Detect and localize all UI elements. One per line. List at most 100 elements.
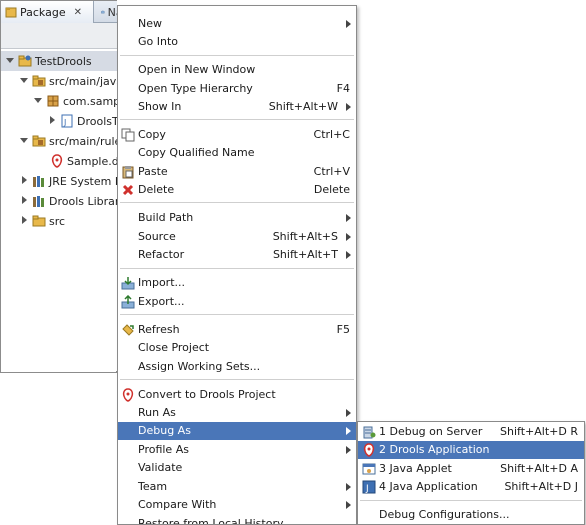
menu-item-profile-as[interactable]: Profile As — [118, 441, 356, 459]
menu-item-open-in-new-window[interactable]: Open in New Window — [118, 61, 356, 79]
menu-label: Import... — [138, 276, 185, 289]
submenu-arrow-icon — [346, 446, 351, 454]
menu-label: Source — [138, 230, 176, 243]
debug-as-submenu: 1 Debug on Server Shift+Alt+D R 2 Drools… — [357, 421, 585, 525]
tree-item-src-main-java[interactable]: src/main/java — [1, 71, 117, 91]
menu-item-build-path[interactable]: Build Path — [118, 209, 356, 227]
menu-item-paste[interactable]: Paste Ctrl+V — [118, 163, 356, 181]
expand-icon[interactable] — [33, 96, 43, 106]
close-icon[interactable]: ✕ — [74, 7, 82, 18]
submenu-arrow-icon — [346, 20, 351, 28]
submenu-label: 4 Java Application — [379, 480, 478, 493]
submenu-arrow-icon — [346, 103, 351, 111]
menu-label: Build Path — [138, 211, 194, 224]
project-icon — [18, 55, 32, 67]
submenu-shortcut: Shift+Alt+D A — [500, 462, 578, 475]
tree-label: com.sample — [63, 94, 117, 108]
tree-label: Sample.drl — [67, 154, 117, 168]
tree-item-src-main-rules[interactable]: src/main/rules — [1, 131, 117, 151]
menu-item-run-as[interactable]: Run As — [118, 404, 356, 422]
menu-separator — [120, 202, 354, 203]
expand-icon[interactable] — [19, 136, 29, 146]
menu-label: Close Project — [138, 341, 210, 354]
menu-item-validate[interactable]: Validate — [118, 459, 356, 477]
expand-icon[interactable] — [19, 216, 29, 226]
tree-item-testdrools[interactable]: TestDrools — [1, 51, 117, 71]
tab-package-label: Package — [20, 5, 66, 19]
tab-package-explorer[interactable]: Package ✕ — [1, 1, 94, 23]
submenu-item-debug-on-server[interactable]: 1 Debug on Server Shift+Alt+D R — [358, 423, 584, 441]
submenu-label: Debug Configurations... — [379, 508, 510, 521]
submenu-label: 2 Drools Application — [379, 443, 490, 456]
context-menu: New Go Into Open in New Window Open Type… — [117, 5, 357, 525]
menu-shortcut: Shift+Alt+S — [272, 230, 338, 243]
submenu-item-java-application[interactable]: J 4 Java Application Shift+Alt+D J — [358, 478, 584, 496]
menu-label: Run As — [138, 406, 176, 419]
menu-item-import[interactable]: Import... — [118, 274, 356, 292]
tree-item-src[interactable]: src — [1, 211, 117, 231]
menu-item-go-into[interactable]: Go Into — [118, 33, 356, 51]
menu-shortcut: F5 — [336, 323, 350, 336]
submenu-item-drools-application[interactable]: 2 Drools Application — [358, 441, 584, 459]
tree-item-drools-library[interactable]: Drools Library — [1, 191, 117, 211]
folder-icon — [32, 215, 46, 227]
expand-icon[interactable] — [5, 56, 15, 66]
submenu-shortcut: Shift+Alt+D J — [504, 480, 578, 493]
menu-item-show-in[interactable]: Show In Shift+Alt+W — [118, 98, 356, 116]
menu-shortcut: Ctrl+C — [313, 128, 350, 141]
menu-label: Team — [138, 480, 168, 493]
drools-file-icon — [51, 154, 63, 168]
menu-item-new[interactable]: New — [118, 15, 356, 33]
menu-item-copy-qualified-name[interactable]: Copy Qualified Name — [118, 144, 356, 162]
submenu-item-java-applet[interactable]: 3 Java Applet Shift+Alt+D A — [358, 460, 584, 478]
tree-label: Drools Library — [49, 194, 117, 208]
menu-item-convert-to-drools[interactable]: Convert to Drools Project — [118, 386, 356, 404]
menu-label: Refresh — [138, 323, 180, 336]
tree-item-jre-system-library[interactable]: JRE System Library — [1, 171, 117, 191]
menu-separator — [120, 268, 354, 269]
menu-shortcut: F4 — [336, 82, 350, 95]
menu-label: Convert to Drools Project — [138, 388, 276, 401]
tree-item-droolstest[interactable]: J DroolsTest — [1, 111, 117, 131]
menu-item-team[interactable]: Team — [118, 478, 356, 496]
menu-separator — [120, 55, 354, 56]
menu-item-assign-working-sets[interactable]: Assign Working Sets... — [118, 358, 356, 376]
tree-item-com-sample[interactable]: com.sample — [1, 91, 117, 111]
menu-label: Debug As — [138, 424, 191, 437]
expand-icon[interactable] — [19, 76, 29, 86]
expand-icon[interactable] — [19, 176, 29, 186]
menu-item-debug-as[interactable]: Debug As — [118, 422, 356, 440]
menu-separator — [120, 314, 354, 315]
menu-label: Copy Qualified Name — [138, 146, 255, 159]
drools-icon — [122, 388, 134, 402]
tree-label: src/main/rules — [49, 134, 117, 148]
menu-label: Open Type Hierarchy — [138, 82, 253, 95]
submenu-item-debug-configurations[interactable]: Debug Configurations... — [358, 506, 584, 524]
submenu-arrow-icon — [346, 251, 351, 259]
menu-shortcut: Shift+Alt+T — [272, 248, 338, 261]
menu-item-open-type-hierarchy[interactable]: Open Type Hierarchy F4 — [118, 80, 356, 98]
menu-label: Validate — [138, 461, 183, 474]
tree-item-sample-drl[interactable]: Sample.drl — [1, 151, 117, 171]
menu-item-delete[interactable]: Delete Delete — [118, 181, 356, 199]
import-icon — [121, 277, 135, 290]
menu-item-export[interactable]: Export... — [118, 293, 356, 311]
menu-item-source[interactable]: Source Shift+Alt+S — [118, 228, 356, 246]
menu-item-refactor[interactable]: Refactor Shift+Alt+T — [118, 246, 356, 264]
menu-label: Export... — [138, 295, 185, 308]
expand-icon[interactable] — [47, 116, 57, 126]
menu-label: Refactor — [138, 248, 185, 261]
submenu-arrow-icon — [346, 214, 351, 222]
source-folder-icon — [32, 75, 46, 87]
tree-label: DroolsTest — [77, 114, 117, 128]
package-icon — [47, 95, 59, 107]
menu-item-restore-local-history[interactable]: Restore from Local History... — [118, 515, 356, 524]
menu-label: Assign Working Sets... — [138, 360, 261, 373]
menu-item-close-project[interactable]: Close Project — [118, 339, 356, 357]
submenu-arrow-icon — [346, 409, 351, 417]
menu-item-refresh[interactable]: Refresh F5 — [118, 321, 356, 339]
menu-item-compare-with[interactable]: Compare With — [118, 496, 356, 514]
expand-icon[interactable] — [19, 196, 29, 206]
menu-item-copy[interactable]: Copy Ctrl+C — [118, 126, 356, 144]
paste-icon — [122, 166, 134, 179]
